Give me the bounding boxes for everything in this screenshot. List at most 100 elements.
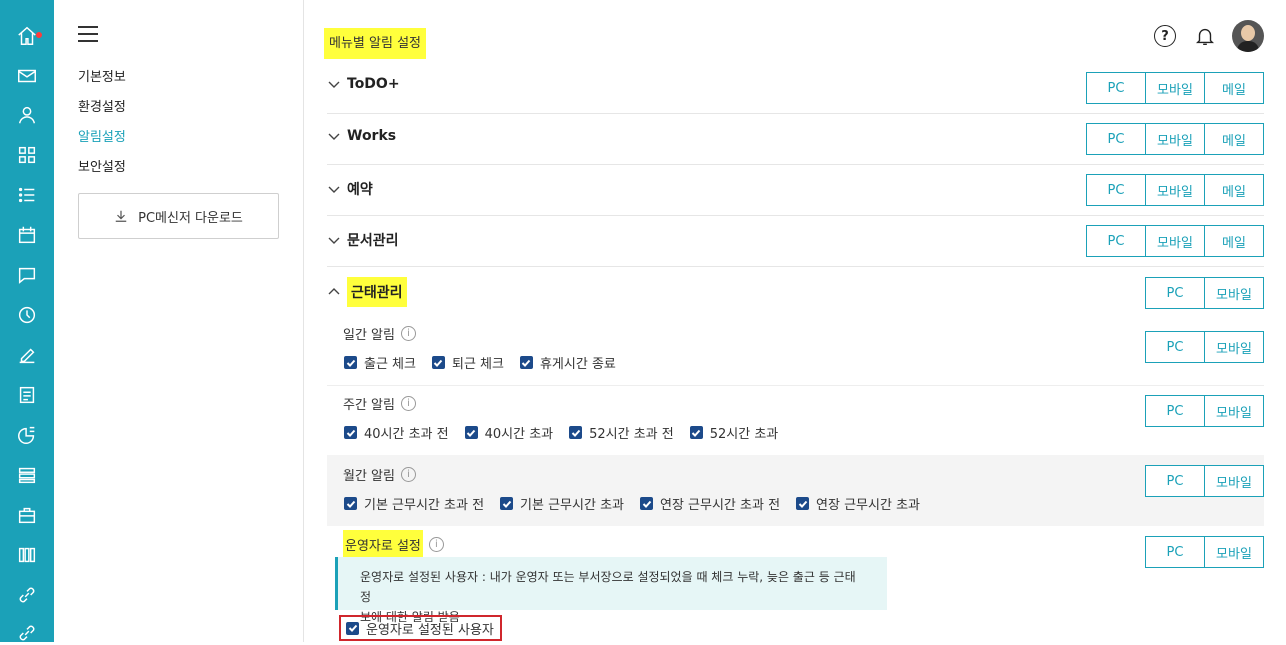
checkbox-item[interactable]: 40시간 초과 [464,423,553,442]
stack-icon[interactable] [15,463,39,487]
checkbox-item[interactable]: 퇴근 체크 [431,353,504,372]
section-attendance: 근태관리 PC 모바일 [327,267,1264,319]
pc-button[interactable]: PC [1086,123,1146,155]
mail-button[interactable]: 메일 [1204,123,1264,155]
mobile-button[interactable]: 모바일 [1204,465,1264,497]
checkbox-checked-icon[interactable] [344,426,357,439]
info-icon[interactable]: i [400,326,416,341]
pc-button[interactable]: PC [1145,395,1205,427]
briefcase-icon[interactable] [15,503,39,527]
chevron-down-icon [327,233,341,247]
mail-icon[interactable] [15,64,39,88]
checkbox-item[interactable]: 52시간 초과 [689,423,778,442]
section-toggle[interactable]: 근태관리 [327,277,407,307]
chat-icon[interactable] [15,263,39,287]
mobile-button[interactable]: 모바일 [1145,174,1205,206]
sidebar-item-notifications[interactable]: 알림설정 [78,128,126,158]
checkbox-checked-icon[interactable] [519,356,533,369]
mobile-button[interactable]: 모바일 [1145,72,1205,104]
clock-icon[interactable] [15,303,39,327]
channel-buttons: PC 모바일 메일 [1086,174,1264,206]
section-label: Works [347,128,397,144]
edit-icon[interactable] [15,343,39,367]
checkbox-item[interactable]: 기본 근무시간 초과 [500,494,624,513]
mobile-button[interactable]: 모바일 [1145,225,1205,257]
checkbox-checked-icon[interactable] [569,426,583,439]
info-icon[interactable]: i [400,396,416,411]
info-icon[interactable]: i [400,467,416,482]
pc-button[interactable]: PC [1145,331,1205,363]
mobile-button[interactable]: 모바일 [1204,331,1264,363]
monthly-checks: 기본 근무시간 초과 전 기본 근무시간 초과 연장 근무시간 초과 전 연장 … [344,494,936,513]
channel-buttons: PC 모바일 메일 [1086,123,1264,155]
daily-title: 일간 알림 [343,328,395,343]
settings-menu: 기본정보 환경설정 알림설정 보안설정 [78,68,126,188]
sidebar-item-preferences[interactable]: 환경설정 [78,98,126,128]
info-icon[interactable]: i [428,537,444,552]
mobile-button[interactable]: 모바일 [1204,536,1264,568]
grid-icon[interactable] [15,143,39,167]
pc-button[interactable]: PC [1145,536,1205,568]
avatar[interactable] [1232,20,1264,52]
pc-button[interactable]: PC [1086,225,1146,257]
link2-icon[interactable] [15,621,39,645]
mail-button[interactable]: 메일 [1204,174,1264,206]
checkbox-item[interactable]: 연장 근무시간 초과 전 [640,494,780,513]
sidebar-item-basic-info[interactable]: 기본정보 [78,68,126,98]
section-todo: ToDO+ PC 모바일 메일 [327,62,1264,114]
pc-messenger-download-button[interactable]: PC메신저 다운로드 [78,193,279,239]
operator-checkbox-highlight[interactable]: 운영자로 설정된 사용자 [339,615,502,641]
checkbox-item[interactable]: 연장 근무시간 초과 [796,494,920,513]
checkbox-checked-icon[interactable] [500,497,514,510]
checkbox-checked-icon[interactable] [464,426,478,439]
board-icon[interactable] [15,383,39,407]
mobile-button[interactable]: 모바일 [1145,123,1205,155]
checkbox-label: 운영자로 설정된 사용자 [366,622,494,638]
link-icon[interactable] [15,583,39,607]
help-icon[interactable]: ? [1154,25,1176,47]
mail-button[interactable]: 메일 [1204,225,1264,257]
checkbox-checked-icon[interactable] [689,426,703,439]
calendar-icon[interactable] [15,223,39,247]
person-icon[interactable] [15,103,39,127]
channel-buttons: PC 모바일 [1145,331,1264,363]
chevron-down-icon [327,182,341,196]
section-toggle[interactable]: ToDO+ [327,76,400,92]
checkbox-checked-icon[interactable] [346,621,359,635]
checkbox-checked-icon[interactable] [431,356,445,369]
pc-button[interactable]: PC [1145,465,1205,497]
checkbox-item[interactable]: 출근 체크 [344,353,416,372]
checkbox-label: 출근 체크 [364,357,416,372]
section-toggle[interactable]: Works [327,128,396,144]
channel-buttons: PC 모바일 [1145,536,1264,568]
hamburger-menu-icon[interactable] [78,26,98,42]
checkbox-checked-icon[interactable] [344,356,357,369]
library-icon[interactable] [15,543,39,567]
checkbox-label: 52시간 초과 전 [589,427,674,442]
section-toggle[interactable]: 문서관리 [327,230,399,250]
bell-icon[interactable] [1194,25,1216,47]
mobile-button[interactable]: 모바일 [1204,277,1264,309]
section-label: 예약 [347,182,373,198]
checkbox-checked-icon[interactable] [640,497,653,510]
settings-sidebar: 기본정보 환경설정 알림설정 보안설정 PC메신저 다운로드 [54,0,304,642]
download-label: PC메신저 다운로드 [138,210,243,226]
pc-button[interactable]: PC [1086,174,1146,206]
mobile-button[interactable]: 모바일 [1204,395,1264,427]
checkbox-checked-icon[interactable] [344,497,357,510]
list-icon[interactable] [15,183,39,207]
mail-button[interactable]: 메일 [1204,72,1264,104]
checkbox-item[interactable]: 기본 근무시간 초과 전 [344,494,484,513]
operator-tooltip: 운영자로 설정된 사용자 : 내가 운영자 또는 부서장으로 설정되었을 때 체… [335,557,887,624]
checkbox-checked-icon[interactable] [796,497,810,510]
pc-button[interactable]: PC [1145,277,1205,309]
checkbox-item[interactable]: 52시간 초과 전 [569,423,674,442]
checkbox-label: 40시간 초과 전 [364,427,449,442]
channel-buttons: PC 모바일 메일 [1086,72,1264,104]
pc-button[interactable]: PC [1086,72,1146,104]
sidebar-item-security[interactable]: 보안설정 [78,158,126,188]
checkbox-item[interactable]: 40시간 초과 전 [344,423,449,442]
section-toggle[interactable]: 예약 [327,179,373,199]
checkbox-item[interactable]: 휴게시간 종료 [519,353,616,372]
chart-icon[interactable] [15,423,39,447]
